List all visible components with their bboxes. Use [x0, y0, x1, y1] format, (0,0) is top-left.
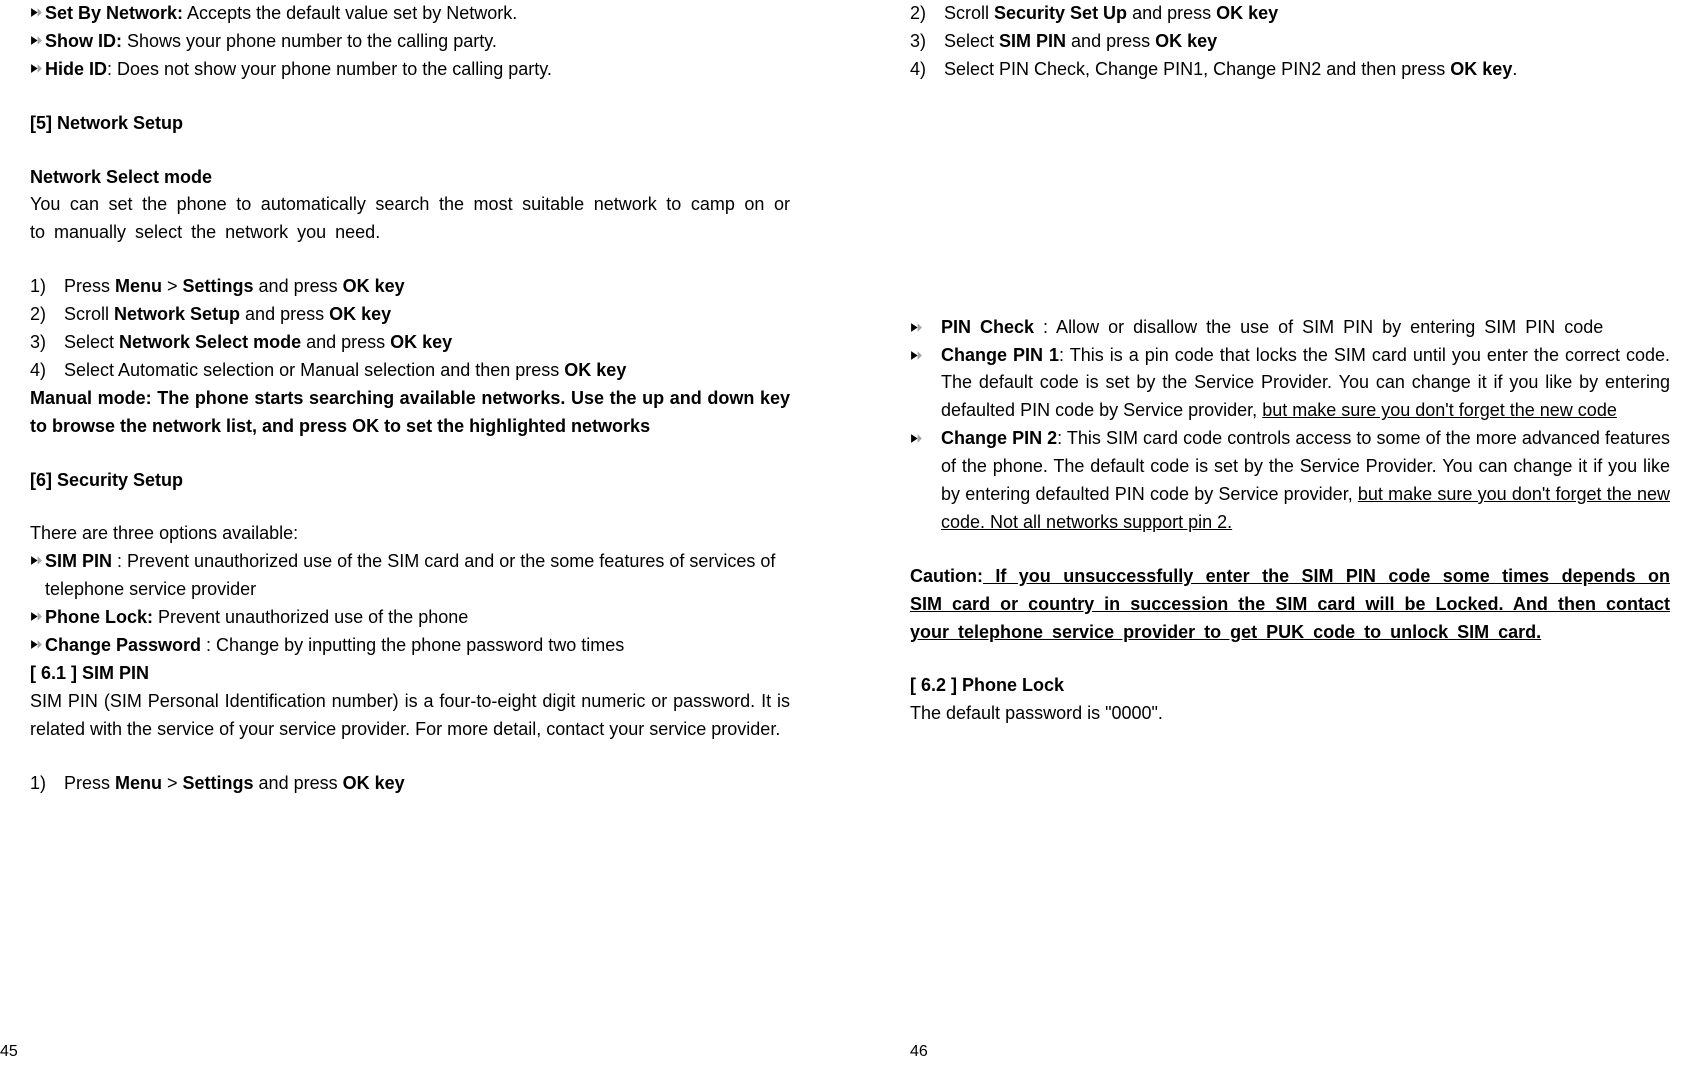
bullet-text: Change PIN 2: This SIM card code control…: [941, 425, 1670, 537]
list-item: 1)Press Menu > Settings and press OK key: [30, 770, 790, 798]
bullet-text: Set By Network: Accepts the default valu…: [45, 0, 517, 28]
pin-bullets: PIN Check : Allow or disallow the use of…: [910, 314, 1670, 537]
bullet-change-password: Change Password : Change by inputting th…: [30, 632, 790, 660]
list-item: 2)Scroll Security Set Up and press OK ke…: [910, 0, 1670, 28]
arrow-icon: [30, 62, 43, 75]
arrow-icon: [30, 554, 43, 567]
caution-block: Caution: If you unsuccessfully enter the…: [910, 563, 1670, 647]
bullet-change-pin2: Change PIN 2: This SIM card code control…: [910, 425, 1670, 537]
bullet-pin-check: PIN Check : Allow or disallow the use of…: [910, 314, 1670, 342]
simpin-steps-cont: 2)Scroll Security Set Up and press OK ke…: [910, 0, 1670, 84]
page-left: Set By Network: Accepts the default valu…: [0, 0, 850, 1065]
list-item: 3)Select SIM PIN and press OK key: [910, 28, 1670, 56]
section-5-heading: [5] Network Setup: [30, 110, 790, 138]
list-item: 4)Select PIN Check, Change PIN1, Change …: [910, 56, 1670, 84]
bullet-text: Change PIN 1: This is a pin code that lo…: [941, 342, 1670, 426]
manual-mode-note: Manual mode: The phone starts searching …: [30, 385, 790, 441]
page-right: 2)Scroll Security Set Up and press OK ke…: [850, 0, 1700, 1065]
list-item: 1)Press Menu > Settings and press OK key: [30, 273, 790, 301]
three-options-intro: There are three options available:: [30, 520, 790, 548]
page-number: 46: [910, 1040, 928, 1065]
bullet-show-id: Show ID: Shows your phone number to the …: [30, 28, 790, 56]
section-6-1-heading: [ 6.1 ] SIM PIN: [30, 660, 790, 688]
arrow-icon: [30, 34, 43, 47]
arrow-icon: [910, 321, 923, 334]
bullet-text: Phone Lock: Prevent unauthorized use of …: [45, 604, 468, 632]
network-select-mode-body: You can set the phone to automatically s…: [30, 191, 790, 247]
bullet-text: SIM PIN : Prevent unauthorized use of th…: [45, 548, 790, 604]
section-6-2-body: The default password is "0000".: [910, 700, 1670, 728]
network-select-mode-heading: Network Select mode: [30, 164, 790, 192]
page-number: 45: [0, 1040, 18, 1065]
bullet-text: Hide ID: Does not show your phone number…: [45, 56, 552, 84]
section-6-heading: [6] Security Setup: [30, 467, 790, 495]
section-6-2-heading: [ 6.2 ] Phone Lock: [910, 672, 1670, 700]
bullet-change-pin1: Change PIN 1: This is a pin code that lo…: [910, 342, 1670, 426]
arrow-icon: [30, 610, 43, 623]
bullet-set-by-network: Set By Network: Accepts the default valu…: [30, 0, 790, 28]
network-steps: 1)Press Menu > Settings and press OK key…: [30, 273, 790, 385]
list-item: 3)Select Network Select mode and press O…: [30, 329, 790, 357]
arrow-icon: [910, 432, 923, 445]
section-6-1-body: SIM PIN (SIM Personal Identification num…: [30, 688, 790, 744]
bullet-hide-id: Hide ID: Does not show your phone number…: [30, 56, 790, 84]
simpin-steps: 1)Press Menu > Settings and press OK key: [30, 770, 790, 798]
arrow-icon: [910, 349, 923, 362]
bullet-text: PIN Check : Allow or disallow the use of…: [941, 314, 1670, 342]
arrow-icon: [30, 638, 43, 651]
list-item: 4)Select Automatic selection or Manual s…: [30, 357, 790, 385]
bullet-text: Show ID: Shows your phone number to the …: [45, 28, 497, 56]
arrow-icon: [30, 6, 43, 19]
bullet-sim-pin: SIM PIN : Prevent unauthorized use of th…: [30, 548, 790, 604]
list-item: 2)Scroll Network Setup and press OK key: [30, 301, 790, 329]
bullet-text: Change Password : Change by inputting th…: [45, 632, 624, 660]
bullet-phone-lock: Phone Lock: Prevent unauthorized use of …: [30, 604, 790, 632]
